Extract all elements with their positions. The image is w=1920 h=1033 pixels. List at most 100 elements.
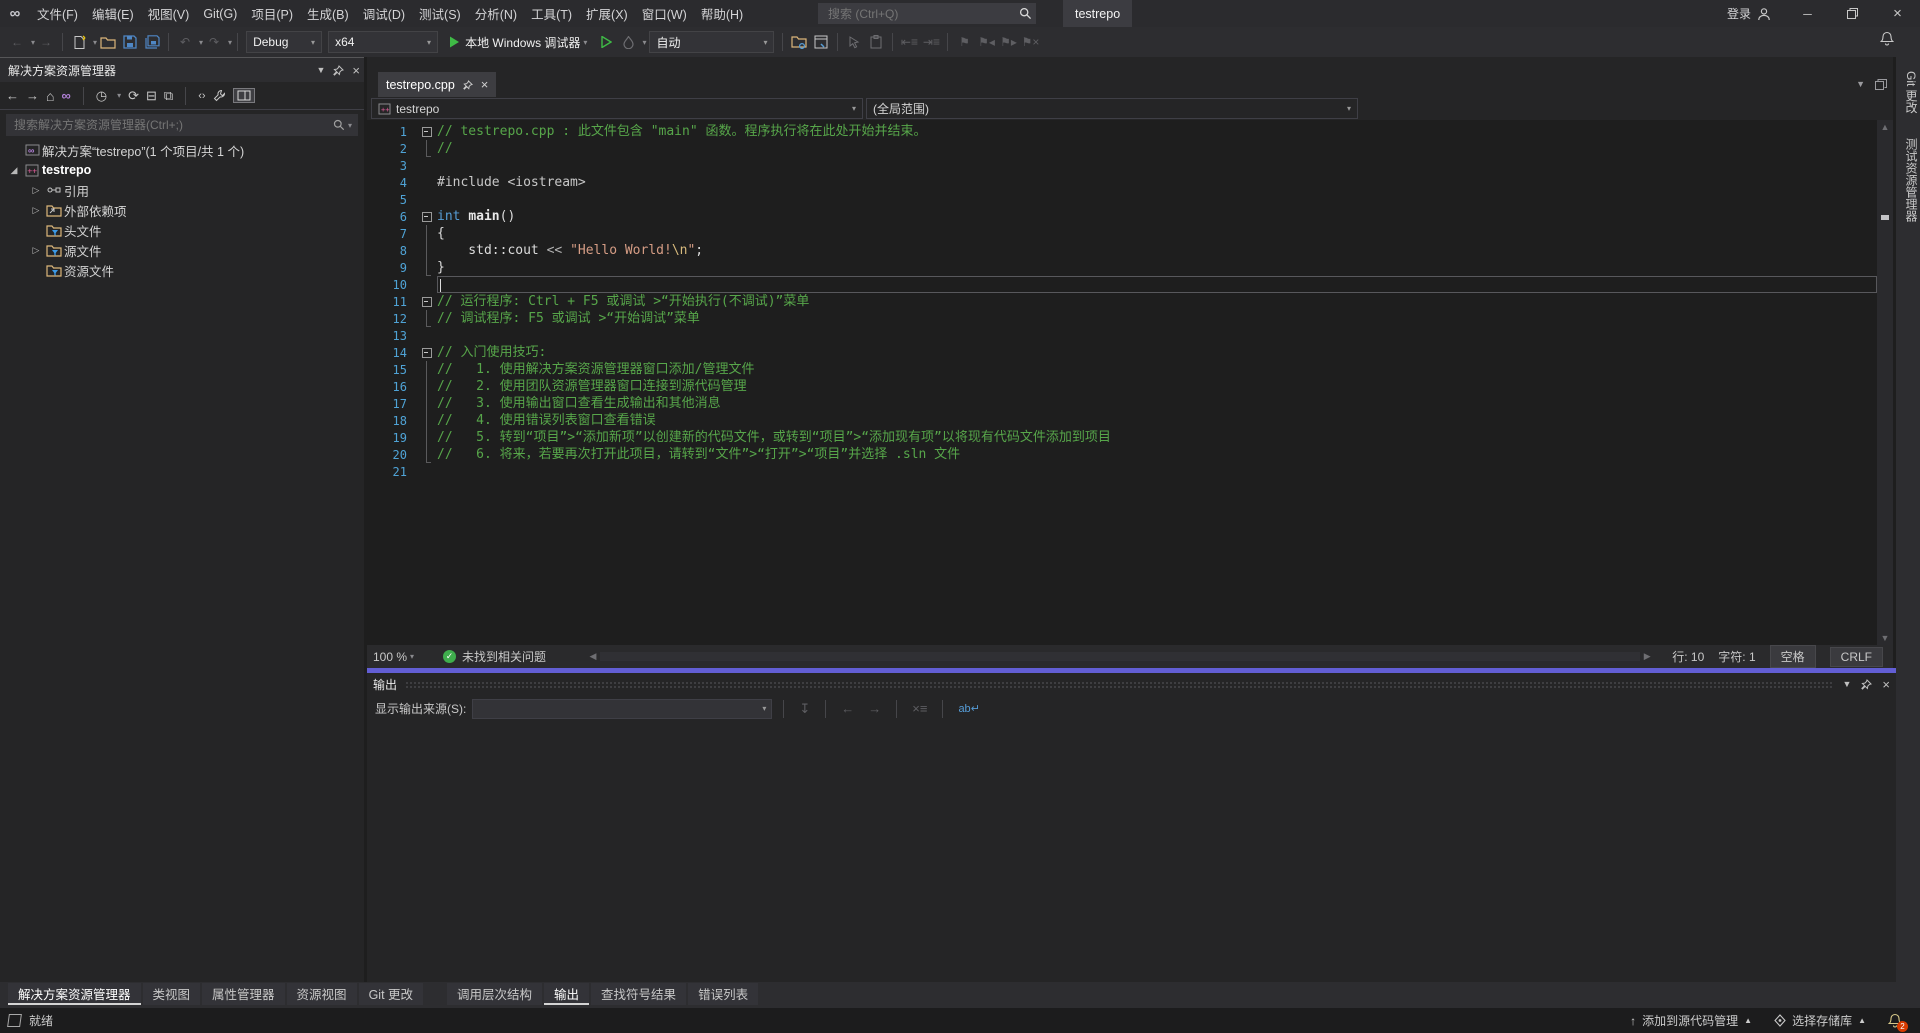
select-repository-button[interactable]: 选择存储库 ▲ <box>1774 1012 1866 1029</box>
preview-selected-items-icon[interactable] <box>233 88 255 103</box>
previous-bookmark-icon[interactable]: ⚑◂ <box>976 31 996 53</box>
code-line-16[interactable]: 16// 2. 使用团队资源管理器窗口连接到源代码管理 <box>367 378 1877 395</box>
chevron-down-icon[interactable]: ▼ <box>1842 679 1851 689</box>
float-tab-group-icon[interactable] <box>1875 79 1887 90</box>
tree-expander-icon[interactable]: ▷ <box>28 205 44 216</box>
solution-explorer-icon[interactable] <box>789 31 809 53</box>
code-line-7[interactable]: 7{ <box>367 225 1877 242</box>
solution-search-input[interactable] <box>12 117 333 133</box>
menu-item[interactable]: 文件(F) <box>30 0 85 27</box>
close-button[interactable]: × <box>1875 0 1920 27</box>
show-all-files-icon[interactable]: ‹› <box>198 90 205 102</box>
next-bookmark-icon[interactable]: ⚑▸ <box>998 31 1018 53</box>
user-avatar-icon[interactable] <box>1757 7 1771 21</box>
project-scope-combo[interactable]: ++ testrepo ▾ <box>371 98 863 119</box>
document-list-dropdown-icon[interactable]: ▼ <box>1856 79 1865 90</box>
code-editor[interactable]: 1// testrepo.cpp : 此文件包含 "main" 函数。程序执行将… <box>367 120 1877 645</box>
hot-reload-icon[interactable] <box>618 31 638 53</box>
scroll-up-icon[interactable]: ▲ <box>1877 120 1893 134</box>
panel-tab--[interactable]: 输出 <box>544 983 589 1005</box>
paste-icon[interactable] <box>866 31 886 53</box>
navigate-forward-icon[interactable]: → <box>36 31 56 53</box>
autohide-tab-git-[interactable]: Git 更改 <box>1896 61 1920 124</box>
document-health-indicator[interactable]: ✓ 未找到相关问题 <box>443 648 546 665</box>
panel-tab--[interactable]: 错误列表 <box>688 983 758 1005</box>
caret-line-indicator[interactable]: 行: 10 <box>1672 648 1704 665</box>
toggle-bookmark-icon[interactable]: ⚑ <box>954 31 974 53</box>
configuration-combo[interactable]: Debug▾ <box>246 31 322 53</box>
collapse-all-icon[interactable]: ⊟ <box>146 88 157 104</box>
code-line-13[interactable]: 13 <box>367 327 1877 344</box>
output-content[interactable] <box>367 722 1896 976</box>
tree-expander-icon[interactable]: ▷ <box>28 245 44 256</box>
close-icon[interactable]: × <box>1882 677 1890 692</box>
autohide-tab--[interactable]: 测试资源管理器 <box>1896 128 1920 232</box>
scrollbar-track[interactable] <box>600 652 1640 661</box>
scroll-down-icon[interactable]: ▼ <box>1877 631 1893 645</box>
output-source-combo[interactable]: ▾ <box>472 699 772 719</box>
clear-bookmarks-icon[interactable]: ⚑× <box>1020 31 1040 53</box>
menu-item[interactable]: 测试(S) <box>412 0 468 27</box>
code-line-9[interactable]: 9} <box>367 259 1877 276</box>
code-line-15[interactable]: 15// 1. 使用解决方案资源管理器窗口添加/管理文件 <box>367 361 1877 378</box>
menu-item[interactable]: 生成(B) <box>300 0 356 27</box>
panel-tab--[interactable]: 查找符号结果 <box>591 983 686 1005</box>
solution-explorer-search[interactable]: ▾ <box>6 114 358 136</box>
add-to-source-control-button[interactable]: ↑ 添加到源代码管理 ▲ <box>1630 1012 1752 1029</box>
scroll-left-icon[interactable]: ◀ <box>586 651 600 662</box>
quick-search-box[interactable] <box>818 3 1036 24</box>
tree-item--[interactable]: 资源文件 <box>0 260 364 280</box>
new-project-dropdown-icon[interactable]: ▾ <box>93 38 97 47</box>
previous-message-icon[interactable]: ← <box>837 701 858 716</box>
fold-collapse-icon[interactable] <box>419 208 437 225</box>
close-tab-icon[interactable]: × <box>481 77 489 92</box>
properties-icon[interactable] <box>213 89 226 102</box>
filter-dropdown-icon[interactable]: ▾ <box>117 91 121 100</box>
toggle-word-wrap-icon[interactable]: ab↵ <box>954 702 983 715</box>
sign-in-button[interactable]: 登录 <box>1727 5 1751 22</box>
hot-reload-dropdown-icon[interactable]: ▾ <box>642 38 646 47</box>
redo-icon[interactable]: ↷ <box>204 31 224 53</box>
menu-item[interactable]: 项目(P) <box>244 0 300 27</box>
chevron-down-icon[interactable]: ▼ <box>316 65 325 75</box>
menu-item[interactable]: 窗口(W) <box>635 0 694 27</box>
copy-icon[interactable]: ⧉ <box>164 88 173 104</box>
code-line-21[interactable]: 21 <box>367 463 1877 480</box>
scroll-right-icon[interactable]: ▶ <box>1640 651 1654 662</box>
editor-horizontal-scrollbar[interactable]: ◀ ▶ <box>586 645 1654 668</box>
search-icon[interactable] <box>1019 7 1032 20</box>
forward-icon[interactable]: → <box>26 88 39 103</box>
search-input[interactable] <box>826 6 1019 22</box>
notifications-bell-icon[interactable] <box>1880 31 1894 46</box>
tree-expander-icon[interactable]: ◢ <box>6 165 22 176</box>
open-file-icon[interactable] <box>98 31 118 53</box>
tree-expander-icon[interactable]: ▷ <box>28 185 44 196</box>
clear-all-icon[interactable]: ×≡ <box>908 701 931 716</box>
tree-item-testrepo[interactable]: ◢++testrepo <box>0 160 364 180</box>
platform-combo[interactable]: x64▾ <box>328 31 438 53</box>
new-project-icon[interactable] <box>69 31 89 53</box>
menu-item[interactable]: 编辑(E) <box>85 0 141 27</box>
tree-item--[interactable]: ▷外部依赖项 <box>0 200 364 220</box>
panel-tab--[interactable]: 属性管理器 <box>202 983 285 1005</box>
panel-tab--[interactable]: 解决方案资源管理器 <box>8 983 141 1005</box>
code-line-10[interactable]: 10 <box>367 276 1877 293</box>
document-tab-testrepo-cpp[interactable]: testrepo.cpp × <box>378 72 496 97</box>
switch-views-icon[interactable]: ∞ <box>61 88 70 103</box>
editor-vertical-scrollbar[interactable]: ▲ ▼ <box>1877 120 1893 645</box>
code-line-14[interactable]: 14// 入门使用技巧: <box>367 344 1877 361</box>
restore-button[interactable] <box>1830 0 1875 27</box>
pick-element-icon[interactable] <box>844 31 864 53</box>
next-message-icon[interactable]: → <box>864 701 885 716</box>
properties-window-icon[interactable] <box>811 31 831 53</box>
zoom-level-combo[interactable]: 100 %▾ <box>367 645 429 668</box>
notifications-button[interactable]: 2 <box>1888 1013 1902 1028</box>
refresh-icon[interactable]: ⟳ <box>128 88 139 104</box>
fold-collapse-icon[interactable] <box>419 123 437 140</box>
code-line-19[interactable]: 19// 5. 转到“项目”>“添加新项”以创建新的代码文件，或转到“项目”>“… <box>367 429 1877 446</box>
code-line-2[interactable]: 2// <box>367 140 1877 157</box>
tree-item--[interactable]: 头文件 <box>0 220 364 240</box>
save-all-icon[interactable] <box>142 31 162 53</box>
save-icon[interactable] <box>120 31 140 53</box>
code-line-17[interactable]: 17// 3. 使用输出窗口查看生成输出和其他消息 <box>367 395 1877 412</box>
